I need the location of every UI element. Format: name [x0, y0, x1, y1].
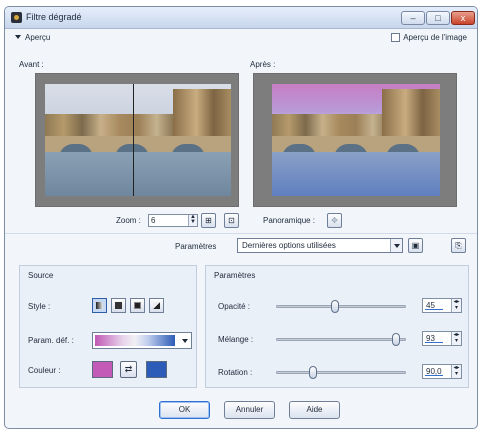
preview-split-line[interactable]: [133, 84, 134, 196]
image-preview-option[interactable]: Aperçu de l'image: [391, 33, 467, 42]
close-button[interactable]: x: [451, 11, 475, 25]
blend-label: Mélange :: [218, 335, 254, 344]
preview-bar: Aperçu Aperçu de l'image: [5, 30, 477, 48]
blend-slider-thumb[interactable]: [392, 333, 401, 346]
presets-label: Paramètres: [175, 242, 217, 251]
rotation-input[interactable]: 90,0 ◂▸ ▾: [422, 364, 462, 379]
zoom-label: Zoom :: [116, 216, 141, 225]
zoom-value: 6: [151, 216, 156, 225]
blend-slider[interactable]: [276, 333, 406, 346]
move-icon[interactable]: ✥: [327, 213, 342, 228]
gradient-preview: [95, 335, 175, 346]
zoom-input[interactable]: 6 ▲ ▼: [148, 214, 198, 227]
gradient-picker[interactable]: [92, 332, 192, 349]
rotation-slider-thumb[interactable]: [308, 366, 317, 379]
fit-to-window-icon[interactable]: ⊞: [201, 213, 216, 228]
gradient-icon: [96, 302, 103, 309]
opacity-input[interactable]: 45 ◂▸ ▾: [422, 298, 462, 313]
preview-toggle[interactable]: Aperçu: [15, 33, 50, 42]
presets-dropdown[interactable]: Dernières options utilisées: [237, 238, 403, 253]
cancel-button[interactable]: Annuler: [224, 401, 275, 419]
ok-button[interactable]: OK: [159, 401, 210, 419]
after-photo: [272, 84, 440, 196]
before-label: Avant :: [19, 60, 44, 69]
rotation-slider[interactable]: [276, 366, 406, 379]
image-preview-checkbox[interactable]: [391, 33, 401, 42]
opacity-label: Opacité :: [218, 302, 251, 311]
source-group: Source Style : Param. déf. : Couleur : ⇄: [19, 265, 197, 388]
after-preview[interactable]: [253, 73, 457, 207]
style-label: Style :: [28, 302, 51, 311]
title-bar: Filtre dégradé – □ x: [5, 7, 477, 29]
chevron-down-icon: [15, 35, 21, 39]
color-label: Couleur :: [28, 366, 61, 375]
rotation-label: Rotation :: [218, 368, 253, 377]
after-label: Après :: [250, 60, 276, 69]
zoom-row: Zoom : 6 ▲ ▼ ⊞ ⊡ Panoramique : ✥: [5, 213, 477, 229]
opacity-slider[interactable]: [276, 300, 406, 313]
presets-row: Paramètres Dernières options utilisées ▣…: [5, 233, 477, 257]
chevron-down-icon: [390, 239, 402, 252]
ellipse-icon: [115, 302, 122, 309]
diagonal-icon: [153, 302, 160, 309]
pan-label: Panoramique :: [263, 216, 316, 225]
end-color-swatch[interactable]: [146, 361, 167, 378]
rotation-stepper[interactable]: ◂▸ ▾: [451, 365, 461, 378]
blend-input[interactable]: 93 ◂▸ ▾: [422, 331, 462, 346]
style-diagonal-button[interactable]: [149, 298, 164, 313]
opacity-slider-thumb[interactable]: [330, 300, 339, 313]
style-gradient-button[interactable]: [92, 298, 107, 313]
zoom-stepper[interactable]: ▲ ▼: [188, 214, 197, 226]
presets-selected: Dernières options utilisées: [242, 241, 336, 250]
before-photo: [45, 84, 231, 196]
manage-presets-icon[interactable]: ⎘: [451, 238, 466, 253]
app-icon: [11, 12, 22, 23]
swap-colors-icon[interactable]: ⇄: [120, 361, 137, 378]
minimize-button[interactable]: –: [401, 11, 425, 25]
actual-size-icon[interactable]: ⊡: [224, 213, 239, 228]
before-preview[interactable]: [35, 73, 239, 207]
opacity-stepper[interactable]: ◂▸ ▾: [451, 299, 461, 312]
style-rectangle-button[interactable]: [130, 298, 145, 313]
dialog-window: Filtre dégradé – □ x Aperçu Aperçu de l'…: [4, 6, 478, 429]
source-title: Source: [28, 271, 54, 280]
blend-stepper[interactable]: ◂▸ ▾: [451, 332, 461, 345]
style-ellipse-button[interactable]: [111, 298, 126, 313]
preview-toggle-label: Aperçu: [25, 33, 51, 42]
parameters-group: Paramètres Opacité : 45 ◂▸ ▾ Mélange : 93…: [205, 265, 469, 388]
start-color-swatch[interactable]: [92, 361, 113, 378]
gradient-label: Param. déf. :: [28, 336, 74, 345]
rectangle-icon: [134, 302, 141, 309]
image-preview-label: Aperçu de l'image: [403, 33, 467, 42]
chevron-down-icon: [179, 333, 191, 348]
maximize-button[interactable]: □: [426, 11, 450, 25]
save-disk-icon[interactable]: ▣: [408, 238, 423, 253]
window-title: Filtre dégradé: [26, 12, 82, 22]
parameters-title: Paramètres: [214, 271, 256, 280]
help-button[interactable]: Aide: [289, 401, 340, 419]
